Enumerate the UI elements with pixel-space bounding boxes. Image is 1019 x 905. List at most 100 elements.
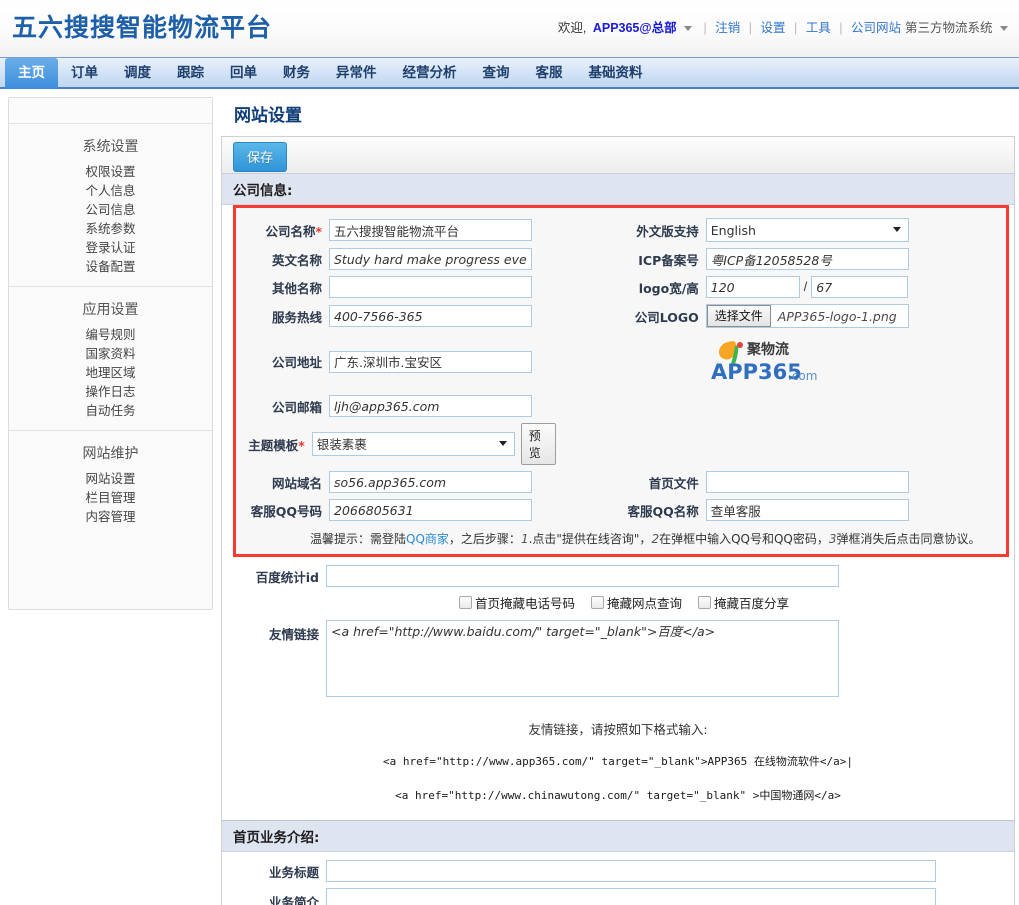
logo-size-label: logo宽/高: [638, 280, 699, 296]
chevron-down-icon: [1000, 25, 1008, 31]
business-title-label: 业务标题: [268, 864, 319, 880]
sidebar-group-title: 应用设置: [82, 302, 139, 318]
svg-text:.com: .com: [788, 369, 817, 383]
company-logo-label: 公司LOGO: [634, 309, 699, 325]
nav-tab-receipt[interactable]: 回单: [217, 58, 270, 89]
form-row: 主题模板* 银装素裹 预览: [236, 423, 1006, 465]
preview-button[interactable]: 预览: [520, 423, 556, 465]
nav-tab-dispatch[interactable]: 调度: [111, 58, 164, 89]
friend-links-example-2: <a href="http://www.chinawutong.com/" ta…: [395, 789, 841, 802]
svg-text:聚物流: 聚物流: [746, 341, 789, 358]
form-row: 业务标题: [233, 860, 1014, 882]
theme-template-select[interactable]: 银装素裹: [311, 432, 515, 456]
form-row: 公司名称* 外文版支持 English: [236, 218, 1006, 242]
nav-tab-orders[interactable]: 订单: [58, 58, 111, 89]
english-name-label: 英文名称: [271, 252, 322, 268]
english-name-input[interactable]: [329, 248, 532, 270]
foreign-support-label: 外文版支持: [636, 223, 699, 239]
nav-tab-home[interactable]: 主页: [5, 58, 58, 89]
tip-prefix: 温馨提示：需登陆: [310, 532, 407, 546]
system-switcher-label: 第三方物流系统: [905, 21, 993, 35]
nav-tab-tracking[interactable]: 跟踪: [164, 58, 217, 89]
site-domain-input[interactable]: [329, 471, 532, 493]
nav-tab-basedata[interactable]: 基础资料: [576, 58, 656, 89]
checkbox-icon[interactable]: [459, 596, 472, 609]
sidebar-group-title: 系统设置: [82, 139, 139, 155]
system-switcher[interactable]: 第三方物流系统: [905, 17, 1011, 36]
company-website-link[interactable]: 公司网站: [851, 21, 901, 35]
company-email-input[interactable]: [329, 395, 532, 417]
sidebar-item-company[interactable]: 公司信息: [9, 200, 212, 219]
company-logo-file-input[interactable]: 选择文件 APP365-logo-1.png: [705, 304, 909, 328]
tip-step1: .点击"提供在线咨询"，: [528, 532, 652, 546]
company-name-input[interactable]: [329, 219, 532, 241]
company-email-label: 公司邮箱: [271, 399, 322, 415]
nav-tab-finance[interactable]: 财务: [270, 58, 323, 89]
nav-tab-analysis[interactable]: 经营分析: [390, 58, 470, 89]
service-qq-input[interactable]: [329, 499, 532, 521]
checkbox-hide-phone[interactable]: 首页掩藏电话号码: [459, 593, 575, 612]
sidebar-item-sitesettings[interactable]: 网站设置: [9, 469, 212, 488]
business-intro-textarea[interactable]: [326, 888, 936, 905]
settings-link[interactable]: 设置: [761, 21, 786, 35]
form-row: 友情链接 <a href="http://www.baidu.com/" tar…: [233, 620, 1014, 697]
form-row: 百度统计id: [233, 565, 1014, 587]
service-qq-name-input[interactable]: [705, 499, 909, 521]
form-row: 业务简介: [233, 888, 1014, 905]
sidebar-item-permission[interactable]: 权限设置: [9, 162, 212, 181]
page-body: 系统设置 权限设置 个人信息 公司信息 系统参数 登录认证 设备配置 应用设置 …: [0, 89, 1019, 905]
choose-file-button[interactable]: 选择文件: [706, 305, 771, 327]
sidebar-item-profile[interactable]: 个人信息: [9, 181, 212, 200]
checkbox-hide-branch-query[interactable]: 掩藏网点查询: [591, 593, 682, 612]
sidebar-item-autotask[interactable]: 自动任务: [9, 401, 212, 420]
sidebar-item-contentmgmt[interactable]: 内容管理: [9, 507, 212, 526]
checkbox-icon[interactable]: [698, 596, 712, 609]
company-address-input[interactable]: [329, 350, 532, 373]
nav-tab-query[interactable]: 查询: [470, 58, 523, 89]
sidebar-item-loginauth[interactable]: 登录认证: [9, 238, 212, 257]
qq-merchant-link[interactable]: QQ商家: [406, 532, 449, 546]
checkbox-icon[interactable]: [591, 596, 605, 609]
friend-links-textarea[interactable]: <a href="http://www.baidu.com/" target="…: [326, 620, 839, 697]
site-domain-label: 网站域名: [271, 475, 322, 491]
checkbox-hide-baidu-share[interactable]: 掩藏百度分享: [698, 593, 789, 612]
sidebar-item-oplog[interactable]: 操作日志: [9, 382, 212, 401]
friend-links-example-1: <a href="http://www.app365.com/" target=…: [383, 755, 853, 768]
service-qq-name-label: 客服QQ名称: [627, 503, 699, 519]
sidebar-item-sysparams[interactable]: 系统参数: [9, 219, 212, 238]
theme-template-label: 主题模板*: [248, 437, 305, 453]
divider: |: [748, 21, 753, 35]
chosen-file-name: APP365-logo-1.png: [777, 308, 897, 324]
current-user[interactable]: APP365@总部: [593, 21, 677, 35]
sidebar-item-device[interactable]: 设备配置: [9, 257, 212, 276]
sidebar-item-country[interactable]: 国家资料: [9, 344, 212, 363]
extra-settings: 百度统计id 首页掩藏电话号码 掩藏网点查询 掩藏百度分享 友情链接 <a hr…: [222, 557, 1014, 697]
business-title-input[interactable]: [326, 860, 936, 882]
sidebar-item-columnmgmt[interactable]: 栏目管理: [9, 488, 212, 507]
logo-height-input[interactable]: [811, 276, 909, 298]
visibility-checkbox-group: 首页掩藏电话号码 掩藏网点查询 掩藏百度分享: [459, 593, 1014, 612]
toolbar: 保存: [222, 137, 1014, 174]
sidebar-item-region[interactable]: 地理区域: [9, 363, 212, 382]
qq-setup-tip: 温馨提示：需登陆QQ商家，之后步骤：1.点击"提供在线咨询"，2在弹框中输入QQ…: [236, 527, 1006, 550]
nav-tab-service[interactable]: 客服: [523, 58, 576, 89]
foreign-support-select[interactable]: English: [705, 218, 909, 242]
other-name-input[interactable]: [329, 276, 532, 298]
company-logo-preview: 聚物流 APP365 .com: [710, 334, 830, 389]
form-row: 客服QQ号码 客服QQ名称: [236, 499, 1006, 521]
baidu-stat-input[interactable]: [326, 565, 839, 587]
logout-link[interactable]: 注销: [715, 21, 740, 35]
tools-link[interactable]: 工具: [806, 21, 831, 35]
chevron-down-icon[interactable]: [684, 25, 693, 31]
save-button[interactable]: 保存: [233, 142, 288, 172]
sidebar-item-numberrule[interactable]: 编号规则: [9, 325, 212, 344]
home-file-input[interactable]: [705, 471, 909, 493]
settings-panel: 保存 公司信息: 公司名称* 外文版支持 English: [221, 136, 1015, 905]
logo-width-input[interactable]: [705, 276, 800, 298]
service-qq-label: 客服QQ号码: [250, 503, 322, 519]
icp-number-input[interactable]: [705, 248, 909, 270]
nav-tab-exception[interactable]: 异常件: [323, 58, 390, 89]
app365-logo-image: 聚物流 APP365 .com: [711, 341, 817, 384]
service-hotline-input[interactable]: [329, 305, 532, 327]
form-row: 网站域名 首页文件: [236, 471, 1006, 493]
